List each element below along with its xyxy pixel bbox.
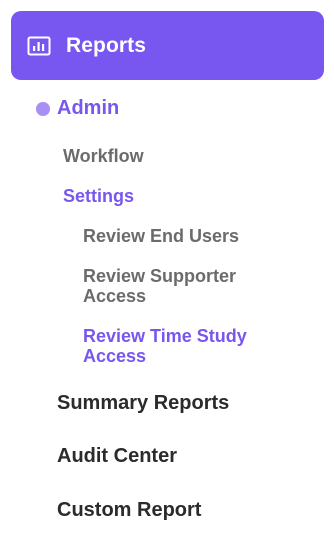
menu-item-review-supporter-access[interactable]: Review Supporter Access (83, 266, 293, 306)
reports-menu-button[interactable]: Reports (11, 11, 324, 80)
menu-item-settings[interactable]: Settings (63, 186, 134, 206)
menu-item-workflow[interactable]: Workflow (63, 146, 144, 166)
admin-label: Admin (57, 97, 120, 119)
reports-sidebar-menu: Reports Admin Workflow Settings Review E… (0, 0, 334, 549)
menu-item-audit-center[interactable]: Audit Center (57, 446, 177, 466)
reports-label: Reports (66, 33, 147, 57)
menu-item-custom-report[interactable]: Custom Report (57, 500, 201, 520)
menu-item-review-time-study-access[interactable]: Review Time Study Access (83, 326, 293, 366)
bar-chart-icon (27, 35, 51, 57)
active-dot-icon (36, 101, 50, 116)
menu-item-review-end-users[interactable]: Review End Users (83, 226, 293, 246)
menu-item-summary-reports[interactable]: Summary Reports (57, 393, 229, 413)
menu-item-admin[interactable]: Admin (36, 97, 119, 120)
